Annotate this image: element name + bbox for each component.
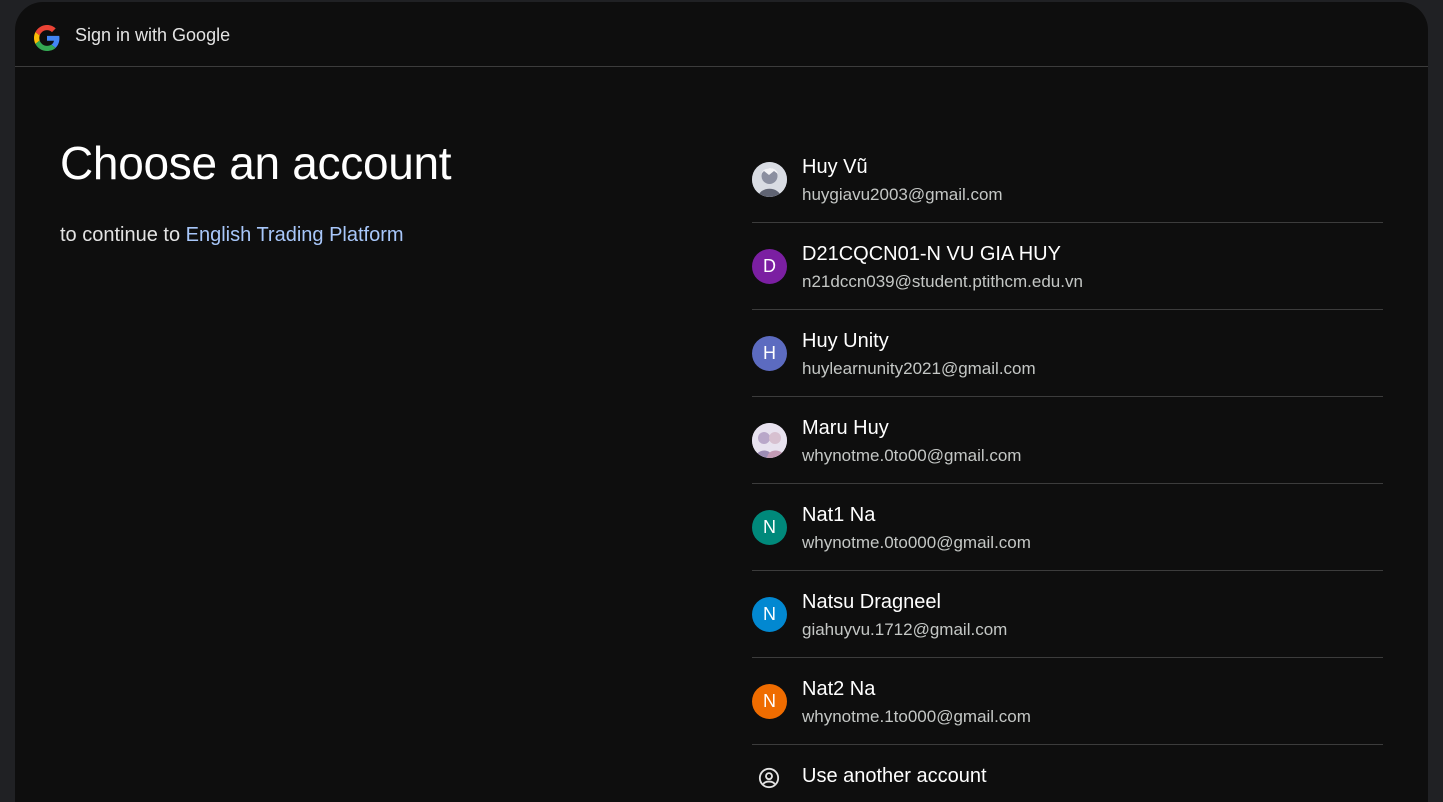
account-name: Natsu Dragneel xyxy=(802,591,941,613)
account-email: huygiavu2003@gmail.com xyxy=(802,185,1003,204)
profile-photo-icon xyxy=(752,423,787,458)
subtitle: to continue to English Trading Platform xyxy=(60,224,404,247)
subtitle-prefix: to continue to xyxy=(60,224,186,246)
account-row[interactable]: D D21CQCN01-N VU GIA HUY n21dccn039@stud… xyxy=(752,223,1383,310)
avatar: D xyxy=(752,249,787,284)
top-bar: Sign in with Google xyxy=(15,2,1428,67)
account-email: whynotme.0to000@gmail.com xyxy=(802,533,1031,552)
account-email: n21dccn039@student.ptithcm.edu.vn xyxy=(802,272,1083,291)
app-name-link[interactable]: English Trading Platform xyxy=(186,224,404,246)
avatar: N xyxy=(752,684,787,719)
account-name: Huy Unity xyxy=(802,330,889,352)
account-row[interactable]: N Nat1 Na whynotme.0to000@gmail.com xyxy=(752,484,1383,571)
account-circle-icon xyxy=(758,767,780,789)
account-name: Nat2 Na xyxy=(802,678,876,700)
page-title: Choose an account xyxy=(60,137,452,189)
account-row[interactable]: Huy Vũ huygiavu2003@gmail.com xyxy=(752,136,1383,223)
account-email: whynotme.1to000@gmail.com xyxy=(802,707,1031,726)
account-row[interactable]: N Nat2 Na whynotme.1to000@gmail.com xyxy=(752,658,1383,745)
account-email: huylearnunity2021@gmail.com xyxy=(802,359,1036,378)
account-row[interactable]: N Natsu Dragneel giahuyvu.1712@gmail.com xyxy=(752,571,1383,658)
account-row[interactable]: H Huy Unity huylearnunity2021@gmail.com xyxy=(752,310,1383,397)
account-name: Maru Huy xyxy=(802,417,889,439)
account-row[interactable]: Maru Huy whynotme.0to00@gmail.com xyxy=(752,397,1383,484)
avatar: N xyxy=(752,597,787,632)
account-name: D21CQCN01-N VU GIA HUY xyxy=(802,243,1061,265)
account-list: Huy Vũ huygiavu2003@gmail.com D D21CQCN0… xyxy=(752,136,1383,802)
sign-in-card: Sign in with Google Choose an account to… xyxy=(15,2,1428,802)
google-g-icon xyxy=(34,25,60,51)
avatar: H xyxy=(752,336,787,371)
avatar xyxy=(752,423,787,458)
account-name: Nat1 Na xyxy=(802,504,876,526)
avatar: N xyxy=(752,510,787,545)
profile-photo-icon xyxy=(752,162,787,197)
account-email: whynotme.0to00@gmail.com xyxy=(802,446,1022,465)
top-bar-title: Sign in with Google xyxy=(75,25,231,45)
use-another-account-button[interactable]: Use another account xyxy=(752,745,1383,802)
account-name: Huy Vũ xyxy=(802,156,868,178)
account-email: giahuyvu.1712@gmail.com xyxy=(802,620,1008,639)
avatar xyxy=(752,162,787,197)
